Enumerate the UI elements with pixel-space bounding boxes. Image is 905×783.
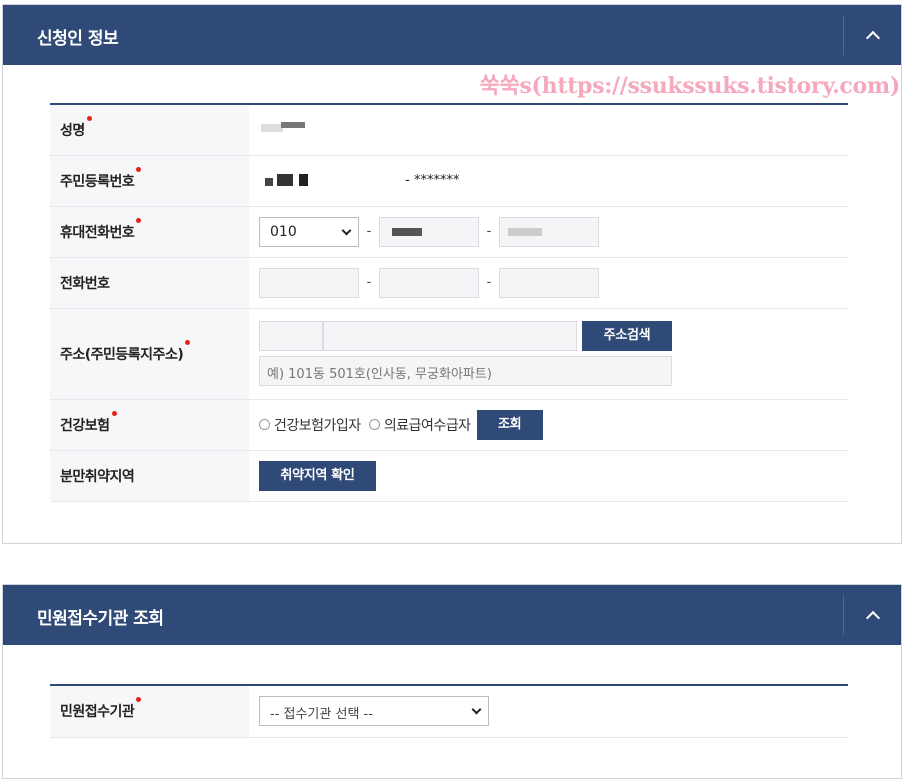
insurance-option-1[interactable]: 건강보험가입자 <box>274 418 361 434</box>
panel-title: 신청인 정보 <box>37 29 119 49</box>
address-placeholder: 예) 101동 501호(인사동, 무궁화아파트) <box>267 367 492 382</box>
row-insurance: 건강보험 건강보험가입자 의료급여수급자 조회 <box>50 399 848 451</box>
chevron-up-icon <box>865 30 880 46</box>
dash: - <box>366 275 372 290</box>
mobile-middle-input[interactable] <box>379 216 479 247</box>
office-form: 민원접수기관 -- 접수기관 선택 -- <box>50 684 848 738</box>
insurance-radio-1[interactable] <box>259 419 270 430</box>
applicant-form: 성명 주민등록번호 - ******* 휴대전화번호 010 - - 전화번호 - - <box>50 103 848 502</box>
required-icon <box>111 410 117 416</box>
collapse-button[interactable] <box>843 15 901 55</box>
address-detail-input[interactable]: 예) 101동 501호(인사동, 무궁화아파트) <box>259 356 672 386</box>
office-select[interactable]: -- 접수기관 선택 -- <box>259 696 489 727</box>
address-input[interactable] <box>323 321 577 351</box>
phone-first-input[interactable] <box>259 267 359 298</box>
address-label: 주소(주민등록지주소) <box>60 346 184 363</box>
panel-header: 신청인 정보 <box>3 5 901 65</box>
row-mobile: 휴대전화번호 010 - - <box>50 206 848 258</box>
office-select-value: -- 접수기관 선택 -- <box>270 707 373 723</box>
row-office: 민원접수기관 -- 접수기관 선택 -- <box>50 685 848 738</box>
address-search-button[interactable]: 주소검색 <box>582 321 672 351</box>
dash: - <box>366 224 372 239</box>
mobile-label: 휴대전화번호 <box>60 224 135 241</box>
phone-middle-input[interactable] <box>379 267 479 298</box>
required-icon <box>136 166 142 172</box>
region-label: 분만취약지역 <box>60 468 135 485</box>
rrn-label: 주민등록번호 <box>60 173 135 190</box>
row-rrn: 주민등록번호 - ******* <box>50 155 848 207</box>
chevron-down-icon <box>341 225 352 235</box>
required-icon <box>136 217 142 223</box>
insurance-radio-2[interactable] <box>368 419 380 430</box>
mobile-prefix-select[interactable]: 010 <box>259 216 359 247</box>
mobile-prefix-value: 010 <box>270 223 297 240</box>
collapse-button[interactable] <box>843 595 901 635</box>
rrn-masked: - ******* <box>405 173 460 188</box>
watermark: 쑥쑥s(https://ssukssuks.tistory.com) <box>479 73 901 99</box>
row-region: 분만취약지역 취약지역 확인 <box>50 450 848 502</box>
zipcode-input[interactable] <box>259 321 323 351</box>
region-check-button[interactable]: 취약지역 확인 <box>259 460 376 491</box>
dash: - <box>486 224 492 239</box>
name-label: 성명 <box>60 122 85 139</box>
required-icon <box>86 115 92 121</box>
row-address: 주소(주민등록지주소) 주소검색 예) 101동 501호(인사동, 무궁화아파… <box>50 308 848 400</box>
required-icon <box>185 339 191 345</box>
row-name: 성명 <box>50 104 848 156</box>
chevron-up-icon <box>865 610 880 626</box>
row-phone: 전화번호 - - <box>50 257 848 309</box>
blurred-rrn <box>259 171 399 191</box>
phone-last-input[interactable] <box>499 267 599 298</box>
office-lookup-panel: 민원접수기관 조회 <box>2 584 902 779</box>
dash: - <box>486 275 492 290</box>
chevron-down-icon <box>471 704 482 715</box>
required-icon <box>136 697 142 703</box>
panel-title: 민원접수기관 조회 <box>37 609 164 629</box>
blurred-name <box>259 118 319 138</box>
insurance-option-2[interactable]: 의료급여수급자 <box>384 418 471 434</box>
insurance-lookup-button[interactable]: 조회 <box>476 409 543 440</box>
name-value <box>249 104 848 156</box>
phone-label: 전화번호 <box>60 275 110 292</box>
office-label: 민원접수기관 <box>60 704 135 721</box>
panel-header: 민원접수기관 조회 <box>3 585 901 645</box>
insurance-label: 건강보험 <box>60 417 110 434</box>
mobile-last-input[interactable] <box>499 216 599 247</box>
